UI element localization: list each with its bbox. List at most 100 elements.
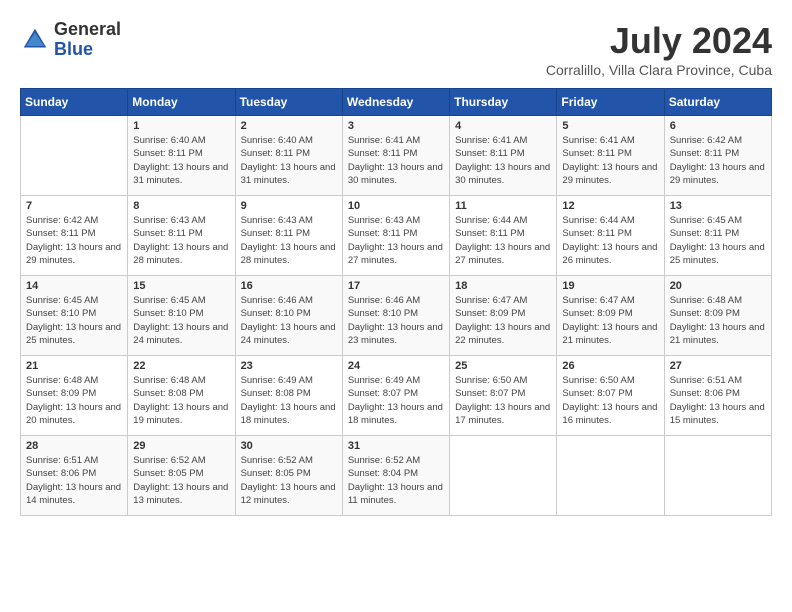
logo-general: General bbox=[54, 20, 121, 40]
cell-info: Sunrise: 6:51 AMSunset: 8:06 PMDaylight:… bbox=[670, 374, 766, 427]
cell-info: Sunrise: 6:45 AMSunset: 8:11 PMDaylight:… bbox=[670, 214, 766, 267]
calendar-cell: 27 Sunrise: 6:51 AMSunset: 8:06 PMDayligh… bbox=[664, 356, 771, 436]
calendar-week-4: 21 Sunrise: 6:48 AMSunset: 8:09 PMDayligh… bbox=[21, 356, 772, 436]
calendar-cell: 18 Sunrise: 6:47 AMSunset: 8:09 PMDayligh… bbox=[450, 276, 557, 356]
calendar-cell: 2 Sunrise: 6:40 AMSunset: 8:11 PMDaylight… bbox=[235, 116, 342, 196]
day-number: 16 bbox=[241, 280, 337, 292]
col-header-tuesday: Tuesday bbox=[235, 89, 342, 116]
calendar-cell: 17 Sunrise: 6:46 AMSunset: 8:10 PMDayligh… bbox=[342, 276, 449, 356]
title-block: July 2024 Corralillo, Villa Clara Provin… bbox=[546, 20, 772, 78]
day-number: 14 bbox=[26, 280, 122, 292]
day-number: 10 bbox=[348, 200, 444, 212]
calendar-cell: 10 Sunrise: 6:43 AMSunset: 8:11 PMDayligh… bbox=[342, 196, 449, 276]
cell-info: Sunrise: 6:40 AMSunset: 8:11 PMDaylight:… bbox=[133, 134, 229, 187]
cell-info: Sunrise: 6:46 AMSunset: 8:10 PMDaylight:… bbox=[348, 294, 444, 347]
calendar-cell: 31 Sunrise: 6:52 AMSunset: 8:04 PMDayligh… bbox=[342, 436, 449, 516]
cell-info: Sunrise: 6:51 AMSunset: 8:06 PMDaylight:… bbox=[26, 454, 122, 507]
col-header-friday: Friday bbox=[557, 89, 664, 116]
day-number: 31 bbox=[348, 440, 444, 452]
logo-text: General Blue bbox=[54, 20, 121, 60]
calendar-cell: 3 Sunrise: 6:41 AMSunset: 8:11 PMDaylight… bbox=[342, 116, 449, 196]
calendar-cell: 24 Sunrise: 6:49 AMSunset: 8:07 PMDayligh… bbox=[342, 356, 449, 436]
calendar-cell: 6Sunrise: 6:42 AMSunset: 8:11 PMDaylight… bbox=[664, 116, 771, 196]
day-number: 7 bbox=[26, 200, 122, 212]
cell-info: Sunrise: 6:43 AMSunset: 8:11 PMDaylight:… bbox=[241, 214, 337, 267]
calendar-cell: 16 Sunrise: 6:46 AMSunset: 8:10 PMDayligh… bbox=[235, 276, 342, 356]
day-number: 23 bbox=[241, 360, 337, 372]
calendar-cell: 26Sunrise: 6:50 AMSunset: 8:07 PMDayligh… bbox=[557, 356, 664, 436]
day-number: 30 bbox=[241, 440, 337, 452]
calendar-cell: 13 Sunrise: 6:45 AMSunset: 8:11 PMDayligh… bbox=[664, 196, 771, 276]
day-number: 25 bbox=[455, 360, 551, 372]
cell-info: Sunrise: 6:48 AMSunset: 8:08 PMDaylight:… bbox=[133, 374, 229, 427]
calendar-cell: 4Sunrise: 6:41 AMSunset: 8:11 PMDaylight… bbox=[450, 116, 557, 196]
col-header-saturday: Saturday bbox=[664, 89, 771, 116]
calendar-cell bbox=[21, 116, 128, 196]
cell-info: Sunrise: 6:47 AMSunset: 8:09 PMDaylight:… bbox=[455, 294, 551, 347]
logo-blue: Blue bbox=[54, 40, 121, 60]
day-number: 5 bbox=[562, 120, 658, 132]
calendar-cell: 11 Sunrise: 6:44 AMSunset: 8:11 PMDayligh… bbox=[450, 196, 557, 276]
calendar-cell: 15Sunrise: 6:45 AMSunset: 8:10 PMDayligh… bbox=[128, 276, 235, 356]
calendar-cell: 8Sunrise: 6:43 AMSunset: 8:11 PMDaylight… bbox=[128, 196, 235, 276]
day-number: 9 bbox=[241, 200, 337, 212]
cell-info: Sunrise: 6:48 AMSunset: 8:09 PMDaylight:… bbox=[26, 374, 122, 427]
cell-info: Sunrise: 6:52 AMSunset: 8:05 PMDaylight:… bbox=[241, 454, 337, 507]
cell-info: Sunrise: 6:45 AMSunset: 8:10 PMDaylight:… bbox=[26, 294, 122, 347]
day-number: 1 bbox=[133, 120, 229, 132]
calendar-cell bbox=[557, 436, 664, 516]
day-number: 13 bbox=[670, 200, 766, 212]
calendar-week-2: 7Sunrise: 6:42 AMSunset: 8:11 PMDaylight… bbox=[21, 196, 772, 276]
calendar-cell bbox=[450, 436, 557, 516]
cell-info: Sunrise: 6:41 AMSunset: 8:11 PMDaylight:… bbox=[348, 134, 444, 187]
calendar-cell: 1 Sunrise: 6:40 AMSunset: 8:11 PMDaylight… bbox=[128, 116, 235, 196]
cell-info: Sunrise: 6:47 AMSunset: 8:09 PMDaylight:… bbox=[562, 294, 658, 347]
col-header-wednesday: Wednesday bbox=[342, 89, 449, 116]
calendar-header: SundayMondayTuesdayWednesdayThursdayFrid… bbox=[21, 89, 772, 116]
day-number: 29 bbox=[133, 440, 229, 452]
calendar-cell: 19Sunrise: 6:47 AMSunset: 8:09 PMDayligh… bbox=[557, 276, 664, 356]
calendar-cell: 12 Sunrise: 6:44 AMSunset: 8:11 PMDayligh… bbox=[557, 196, 664, 276]
calendar-cell: 14 Sunrise: 6:45 AMSunset: 8:10 PMDayligh… bbox=[21, 276, 128, 356]
day-number: 17 bbox=[348, 280, 444, 292]
cell-info: Sunrise: 6:44 AMSunset: 8:11 PMDaylight:… bbox=[455, 214, 551, 267]
day-number: 8 bbox=[133, 200, 229, 212]
day-number: 24 bbox=[348, 360, 444, 372]
cell-info: Sunrise: 6:48 AMSunset: 8:09 PMDaylight:… bbox=[670, 294, 766, 347]
header-row: SundayMondayTuesdayWednesdayThursdayFrid… bbox=[21, 89, 772, 116]
calendar-cell: 5 Sunrise: 6:41 AMSunset: 8:11 PMDaylight… bbox=[557, 116, 664, 196]
day-number: 6 bbox=[670, 120, 766, 132]
cell-info: Sunrise: 6:49 AMSunset: 8:08 PMDaylight:… bbox=[241, 374, 337, 427]
calendar-week-5: 28 Sunrise: 6:51 AMSunset: 8:06 PMDayligh… bbox=[21, 436, 772, 516]
calendar-cell: 25Sunrise: 6:50 AMSunset: 8:07 PMDayligh… bbox=[450, 356, 557, 436]
cell-info: Sunrise: 6:52 AMSunset: 8:05 PMDaylight:… bbox=[133, 454, 229, 507]
day-number: 2 bbox=[241, 120, 337, 132]
cell-info: Sunrise: 6:49 AMSunset: 8:07 PMDaylight:… bbox=[348, 374, 444, 427]
day-number: 26 bbox=[562, 360, 658, 372]
cell-info: Sunrise: 6:45 AMSunset: 8:10 PMDaylight:… bbox=[133, 294, 229, 347]
day-number: 12 bbox=[562, 200, 658, 212]
cell-info: Sunrise: 6:52 AMSunset: 8:04 PMDaylight:… bbox=[348, 454, 444, 507]
calendar-cell: 28 Sunrise: 6:51 AMSunset: 8:06 PMDayligh… bbox=[21, 436, 128, 516]
day-number: 18 bbox=[455, 280, 551, 292]
day-number: 3 bbox=[348, 120, 444, 132]
calendar-body: 1 Sunrise: 6:40 AMSunset: 8:11 PMDaylight… bbox=[21, 116, 772, 516]
calendar-week-1: 1 Sunrise: 6:40 AMSunset: 8:11 PMDaylight… bbox=[21, 116, 772, 196]
col-header-thursday: Thursday bbox=[450, 89, 557, 116]
calendar-week-3: 14 Sunrise: 6:45 AMSunset: 8:10 PMDayligh… bbox=[21, 276, 772, 356]
page-header: General Blue July 2024 Corralillo, Villa… bbox=[20, 20, 772, 78]
day-number: 28 bbox=[26, 440, 122, 452]
cell-info: Sunrise: 6:40 AMSunset: 8:11 PMDaylight:… bbox=[241, 134, 337, 187]
day-number: 22 bbox=[133, 360, 229, 372]
day-number: 11 bbox=[455, 200, 551, 212]
cell-info: Sunrise: 6:46 AMSunset: 8:10 PMDaylight:… bbox=[241, 294, 337, 347]
cell-info: Sunrise: 6:43 AMSunset: 8:11 PMDaylight:… bbox=[348, 214, 444, 267]
logo-icon bbox=[20, 25, 50, 55]
logo: General Blue bbox=[20, 20, 121, 60]
cell-info: Sunrise: 6:41 AMSunset: 8:11 PMDaylight:… bbox=[562, 134, 658, 187]
calendar-cell: 9 Sunrise: 6:43 AMSunset: 8:11 PMDaylight… bbox=[235, 196, 342, 276]
calendar-cell: 21 Sunrise: 6:48 AMSunset: 8:09 PMDayligh… bbox=[21, 356, 128, 436]
day-number: 21 bbox=[26, 360, 122, 372]
cell-info: Sunrise: 6:44 AMSunset: 8:11 PMDaylight:… bbox=[562, 214, 658, 267]
day-number: 27 bbox=[670, 360, 766, 372]
